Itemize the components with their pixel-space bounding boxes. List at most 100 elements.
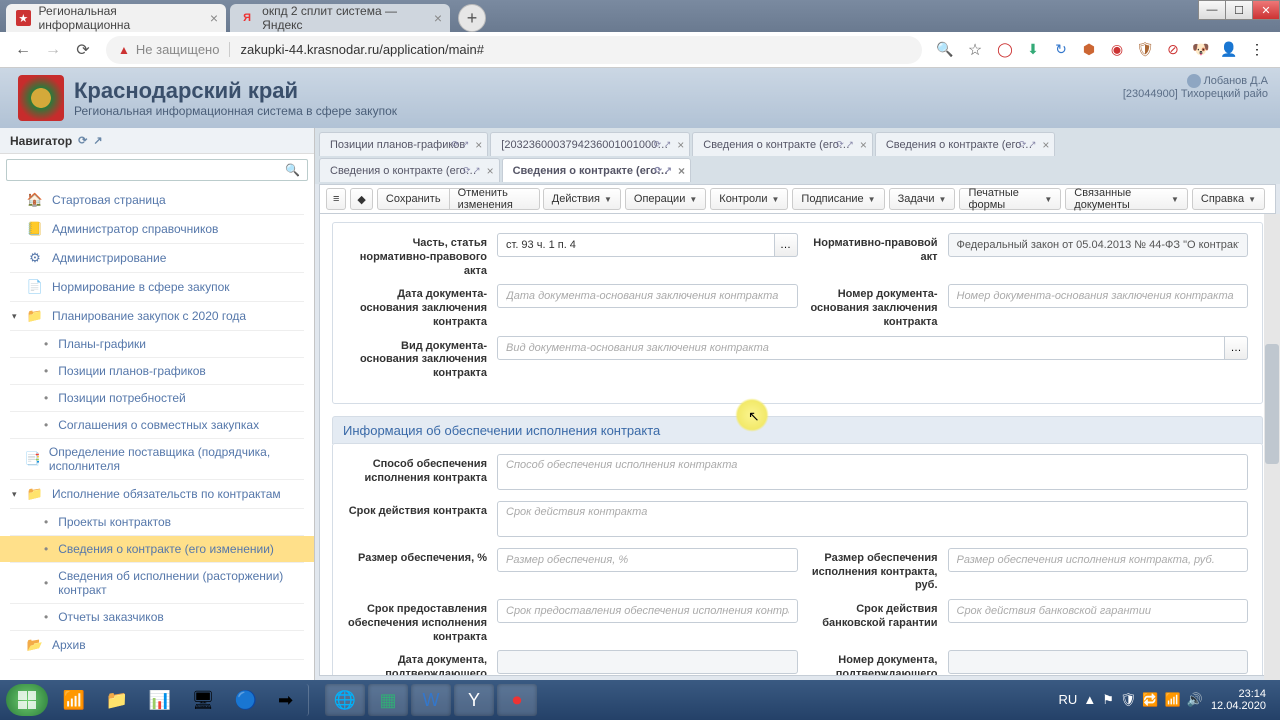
sec-method-input[interactable] bbox=[497, 454, 1248, 490]
tree-item[interactable]: ▾📁Исполнение обязательств по контрактам bbox=[0, 480, 314, 508]
search-in-page-icon[interactable]: 🔍 bbox=[932, 37, 958, 63]
refresh-icon[interactable]: ⟳ bbox=[78, 134, 87, 147]
content-tab[interactable]: [2032360003794236001001000…⟳ ↗× bbox=[490, 132, 690, 156]
ext-icon[interactable]: ◯ bbox=[996, 41, 1014, 59]
bank-term-input[interactable] bbox=[948, 599, 1249, 623]
back-button[interactable]: ← bbox=[10, 37, 36, 63]
term-input[interactable] bbox=[497, 501, 1248, 537]
tree-subitem[interactable]: Планы-графики bbox=[0, 331, 314, 357]
scrollbar-thumb[interactable] bbox=[1265, 344, 1279, 464]
taskbar-item[interactable]: 📁 bbox=[97, 684, 137, 716]
tray-network-icon[interactable]: 📶 bbox=[1165, 692, 1181, 708]
navigator-search[interactable] bbox=[6, 159, 308, 181]
search-icon[interactable]: 🔍 bbox=[285, 163, 300, 177]
ext-icon[interactable]: ⊘ bbox=[1164, 41, 1182, 59]
tray-icon[interactable]: 🛡 bbox=[1120, 692, 1137, 708]
close-icon[interactable]: × bbox=[434, 10, 442, 26]
taskbar-yandex[interactable]: Y bbox=[454, 684, 494, 716]
tray-icon[interactable]: 🔁 bbox=[1142, 692, 1158, 708]
taskbar-item[interactable]: 🔵 bbox=[226, 684, 266, 716]
close-icon[interactable]: × bbox=[210, 10, 218, 26]
user-block[interactable]: Лобанов Д.А [23044900] Тихорецкий райо bbox=[1123, 74, 1268, 100]
size-pct-input[interactable] bbox=[497, 548, 798, 572]
tree-item[interactable]: 📒Администратор справочников bbox=[0, 215, 314, 243]
tree-item[interactable]: 📂Архив bbox=[0, 631, 314, 659]
taskbar-word[interactable]: W bbox=[411, 684, 451, 716]
article-input[interactable] bbox=[497, 233, 798, 257]
ext-icon[interactable]: 👤 bbox=[1220, 41, 1238, 59]
window-close[interactable]: ✕ bbox=[1252, 0, 1280, 20]
ext-icon[interactable]: ↻ bbox=[1052, 41, 1070, 59]
ext-icon[interactable]: ⬇ bbox=[1024, 41, 1042, 59]
close-icon[interactable]: × bbox=[678, 164, 685, 178]
actions-button[interactable]: Действия▼ bbox=[543, 188, 621, 210]
ext-icon[interactable]: 🛡 bbox=[1136, 41, 1154, 59]
linked-button[interactable]: Связанные документы▼ bbox=[1065, 188, 1188, 210]
close-icon[interactable]: × bbox=[677, 138, 684, 152]
help-button[interactable]: Справка▼ bbox=[1192, 188, 1265, 210]
menu-icon[interactable]: ⋮ bbox=[1248, 41, 1266, 59]
controls-button[interactable]: Контроли▼ bbox=[710, 188, 788, 210]
doc-num-input[interactable] bbox=[948, 284, 1249, 308]
print-button[interactable]: Печатные формы▼ bbox=[959, 188, 1061, 210]
tree-subitem[interactable]: Отчеты заказчиков bbox=[0, 604, 314, 630]
close-icon[interactable]: × bbox=[487, 164, 494, 178]
taskbar-chrome[interactable]: 🌐 bbox=[325, 684, 365, 716]
taskbar-item[interactable]: 🖥 bbox=[183, 684, 223, 716]
new-tab-button[interactable]: + bbox=[458, 4, 486, 32]
tasks-button[interactable]: Задачи▼ bbox=[889, 188, 956, 210]
size-rub-input[interactable] bbox=[948, 548, 1249, 572]
browser-tab-1[interactable]: Я окпд 2 сплит система — Яндекс × bbox=[230, 4, 450, 32]
taskbar-excel[interactable]: ▦ bbox=[368, 684, 408, 716]
window-minimize[interactable]: — bbox=[1198, 0, 1226, 20]
provide-term-input[interactable] bbox=[497, 599, 798, 623]
expand-icon[interactable]: ↗ bbox=[93, 134, 102, 147]
tree-subitem[interactable]: Соглашения о совместных закупках bbox=[0, 412, 314, 438]
scrollbar[interactable] bbox=[1264, 214, 1280, 680]
lookup-button[interactable]: … bbox=[1224, 336, 1248, 360]
bookmark-icon[interactable]: ☆ bbox=[962, 37, 988, 63]
content-tab[interactable]: Сведения о контракте (его…⟳ ↗× bbox=[875, 132, 1056, 156]
close-icon[interactable]: × bbox=[1042, 138, 1049, 152]
operations-button[interactable]: Операции▼ bbox=[625, 188, 706, 210]
tree-item[interactable]: ⚙Администрирование bbox=[0, 244, 314, 272]
taskbar-item[interactable]: 📶 bbox=[54, 684, 94, 716]
menu-button[interactable]: ≡ bbox=[326, 188, 346, 210]
conf-date-input[interactable] bbox=[497, 650, 798, 674]
tree-item[interactable]: ▾📁Планирование закупок с 2020 года bbox=[0, 302, 314, 330]
lookup-button[interactable]: … bbox=[774, 233, 798, 257]
taskbar-record[interactable]: ⏺ bbox=[497, 684, 537, 716]
forward-button[interactable]: → bbox=[40, 37, 66, 63]
content-tab[interactable]: Сведения о контракте (его…⟳ ↗× bbox=[502, 158, 691, 182]
tray-icon[interactable]: ▲ bbox=[1083, 692, 1096, 708]
tree-item[interactable]: 🏠Стартовая страница bbox=[0, 186, 314, 214]
tree-subitem[interactable]: Позиции потребностей bbox=[0, 385, 314, 411]
cancel-button[interactable]: Отменить изменения bbox=[449, 188, 540, 210]
taskbar-item[interactable]: ➡ bbox=[269, 684, 309, 716]
tree-subitem[interactable]: Сведения о контракте (его изменении) bbox=[0, 536, 314, 562]
ext-icon[interactable]: ⬢ bbox=[1080, 41, 1098, 59]
tree-item[interactable]: 📄Нормирование в сфере закупок bbox=[0, 273, 314, 301]
tree-subitem[interactable]: Сведения об исполнении (расторжении) кон… bbox=[0, 563, 314, 603]
close-icon[interactable]: × bbox=[860, 138, 867, 152]
conf-num-input[interactable] bbox=[948, 650, 1249, 674]
start-button[interactable] bbox=[6, 684, 48, 716]
content-tab[interactable]: Сведения о контракте (его…⟳ ↗× bbox=[692, 132, 873, 156]
taskbar-item[interactable]: 📊 bbox=[140, 684, 180, 716]
tray-clock[interactable]: 23:14 12.04.2020 bbox=[1211, 688, 1266, 712]
reload-button[interactable]: ⟳ bbox=[70, 37, 96, 63]
url-input[interactable]: ▲ Не защищено zakupki-44.krasnodar.ru/ap… bbox=[106, 36, 922, 64]
browser-tab-0[interactable]: ★ Региональная информационна × bbox=[6, 4, 226, 32]
signing-button[interactable]: Подписание▼ bbox=[792, 188, 884, 210]
save-button[interactable]: Сохранить bbox=[377, 188, 450, 210]
tray-lang[interactable]: RU bbox=[1059, 692, 1078, 708]
tree-subitem[interactable]: Проекты контрактов bbox=[0, 509, 314, 535]
tree-item[interactable]: 📑Определение поставщика (подрядчика, исп… bbox=[0, 439, 314, 479]
doc-date-input[interactable] bbox=[497, 284, 798, 308]
content-tab[interactable]: Сведения о контракте (его…⟳ ↗× bbox=[319, 158, 500, 182]
content-tab[interactable]: Позиции планов-графиков⟳ ↗× bbox=[319, 132, 488, 156]
window-maximize[interactable]: ☐ bbox=[1225, 0, 1253, 20]
filter-button[interactable]: ◆ bbox=[350, 188, 372, 210]
doc-type-input[interactable] bbox=[497, 336, 1248, 360]
ext-icon[interactable]: ◉ bbox=[1108, 41, 1126, 59]
